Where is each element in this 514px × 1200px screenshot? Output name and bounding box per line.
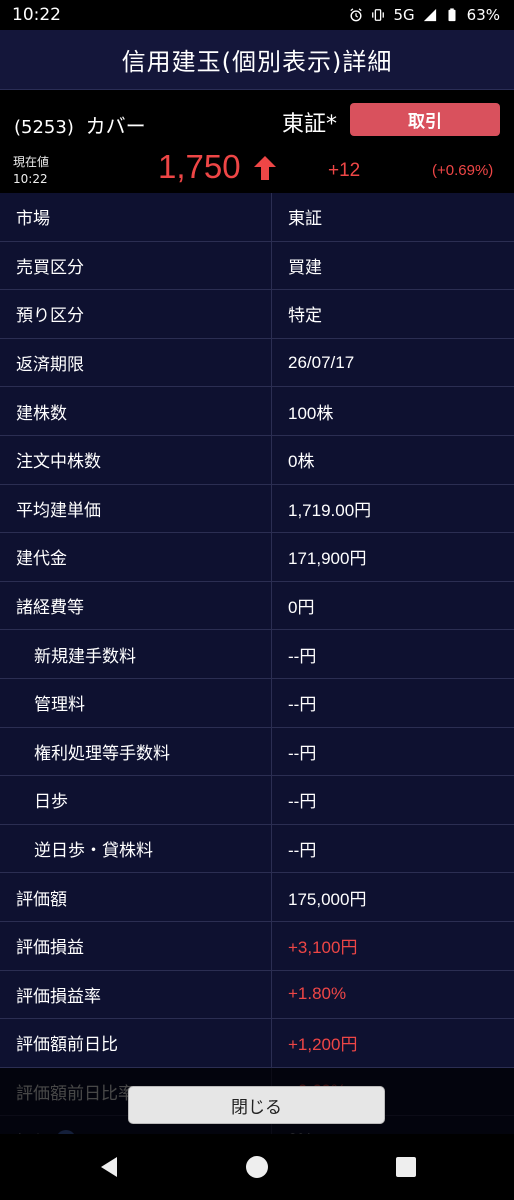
price-label-title: 現在値 bbox=[13, 155, 50, 169]
row-label: 売買区分 bbox=[0, 241, 272, 290]
table-row: 評価損益率 +1.80% bbox=[0, 970, 514, 1020]
row-label: 評価損益 bbox=[0, 921, 272, 970]
table-row: 売買区分 買建 bbox=[0, 241, 514, 291]
row-value: --円 bbox=[288, 695, 317, 715]
page-title: 信用建玉(個別表示)詳細 bbox=[0, 30, 514, 90]
trade-button[interactable]: 取引 bbox=[350, 103, 500, 136]
row-value: 0株 bbox=[288, 452, 315, 472]
table-row: 建代金 171,900円 bbox=[0, 533, 514, 582]
row-value: 1,719.00円 bbox=[288, 500, 372, 520]
battery-icon bbox=[448, 8, 456, 22]
row-value: 特定 bbox=[288, 306, 322, 326]
stock-code: (5253) bbox=[14, 117, 74, 138]
row-label: 返済期限 bbox=[0, 338, 272, 387]
row-label: 新規建手数料 bbox=[0, 630, 272, 678]
stock-name: カバー bbox=[85, 114, 146, 138]
row-label: 管理料 bbox=[0, 678, 272, 727]
table-row: 評価額 175,000円 bbox=[0, 873, 514, 922]
row-label: 預り区分 bbox=[0, 290, 272, 338]
signal-icon bbox=[423, 8, 436, 22]
status-time: 10:22 bbox=[12, 5, 61, 25]
close-button[interactable]: 閉じる bbox=[128, 1086, 385, 1124]
status-icons: 5G 63% bbox=[349, 6, 500, 24]
row-label: 日歩 bbox=[0, 776, 272, 824]
current-price: 1,750 bbox=[158, 148, 241, 185]
table-row: 市場 東証 bbox=[0, 193, 514, 242]
table-row: 返済期限 26/07/17 bbox=[0, 338, 514, 388]
row-value: 26/07/17 bbox=[288, 352, 355, 372]
row-value: +3,100円 bbox=[288, 938, 358, 958]
alarm-icon bbox=[350, 8, 363, 22]
recents-icon[interactable] bbox=[394, 1155, 418, 1179]
network-label: 5G bbox=[393, 6, 415, 24]
table-row: 建株数 100株 bbox=[0, 387, 514, 436]
row-value: 0円 bbox=[288, 598, 315, 618]
row-label: 評価額 bbox=[0, 873, 272, 921]
row-value: 175,000円 bbox=[288, 889, 367, 909]
nav-bar bbox=[0, 1134, 514, 1200]
table-row: 新規建手数料 --円 bbox=[0, 630, 514, 679]
row-value: --円 bbox=[288, 792, 317, 812]
table-row: 逆日歩・貸株料 --円 bbox=[0, 824, 514, 874]
price-change-percent: (+0.69%) bbox=[432, 162, 494, 179]
price-label-time: 10:22 bbox=[13, 172, 48, 186]
row-label: 諸経費等 bbox=[0, 581, 272, 630]
row-label: 建株数 bbox=[0, 387, 272, 435]
row-value: +1.80% bbox=[288, 984, 347, 1004]
detail-table: 市場 東証 売買区分 買建 預り区分 特定 返済期限 26/07/17 建株数 100株 … bbox=[0, 193, 514, 1165]
row-value: 買建 bbox=[288, 257, 322, 277]
row-value: +1,200円 bbox=[288, 1035, 358, 1055]
row-label: 評価額前日比 bbox=[0, 1019, 272, 1067]
table-row: 評価額前日比 +1,200円 bbox=[0, 1019, 514, 1068]
row-value: --円 bbox=[288, 646, 317, 666]
row-value: --円 bbox=[288, 743, 317, 763]
battery-level: 63% bbox=[466, 6, 500, 24]
price-label: 現在値 10:22 bbox=[13, 154, 49, 188]
table-row: 権利処理等手数料 --円 bbox=[0, 727, 514, 777]
row-label: 建代金 bbox=[0, 533, 272, 581]
row-label: 平均建単価 bbox=[0, 484, 272, 533]
row-value: 東証 bbox=[288, 209, 322, 229]
row-label: 注文中株数 bbox=[0, 435, 272, 484]
stock-header: (5253) カバー 東証* 取引 現在値 10:22 1,750 +12 (+… bbox=[0, 92, 514, 195]
status-bar: 10:22 5G 63% bbox=[0, 0, 514, 30]
row-label: 市場 bbox=[0, 193, 272, 241]
price-change: +12 bbox=[328, 160, 361, 181]
back-icon[interactable] bbox=[97, 1155, 121, 1179]
row-label: 評価損益率 bbox=[0, 970, 272, 1019]
table-row: 預り区分 特定 bbox=[0, 290, 514, 339]
stock-market: 東証* bbox=[282, 112, 338, 137]
table-row: 管理料 --円 bbox=[0, 678, 514, 728]
row-label: 逆日歩・貸株料 bbox=[0, 824, 272, 873]
table-row: 評価損益 +3,100円 bbox=[0, 921, 514, 971]
table-row: 平均建単価 1,719.00円 bbox=[0, 484, 514, 534]
stock-code-name: (5253) カバー bbox=[14, 110, 146, 139]
vibrate-icon bbox=[372, 9, 385, 21]
row-value: 100株 bbox=[288, 403, 334, 423]
row-label: 権利処理等手数料 bbox=[0, 727, 272, 776]
table-row: 注文中株数 0株 bbox=[0, 435, 514, 485]
row-value: 171,900円 bbox=[288, 549, 367, 569]
home-icon[interactable] bbox=[245, 1155, 269, 1179]
table-row: 諸経費等 0円 bbox=[0, 581, 514, 631]
row-value: --円 bbox=[288, 841, 317, 861]
up-arrow-icon bbox=[254, 156, 276, 180]
table-row: 日歩 --円 bbox=[0, 776, 514, 825]
